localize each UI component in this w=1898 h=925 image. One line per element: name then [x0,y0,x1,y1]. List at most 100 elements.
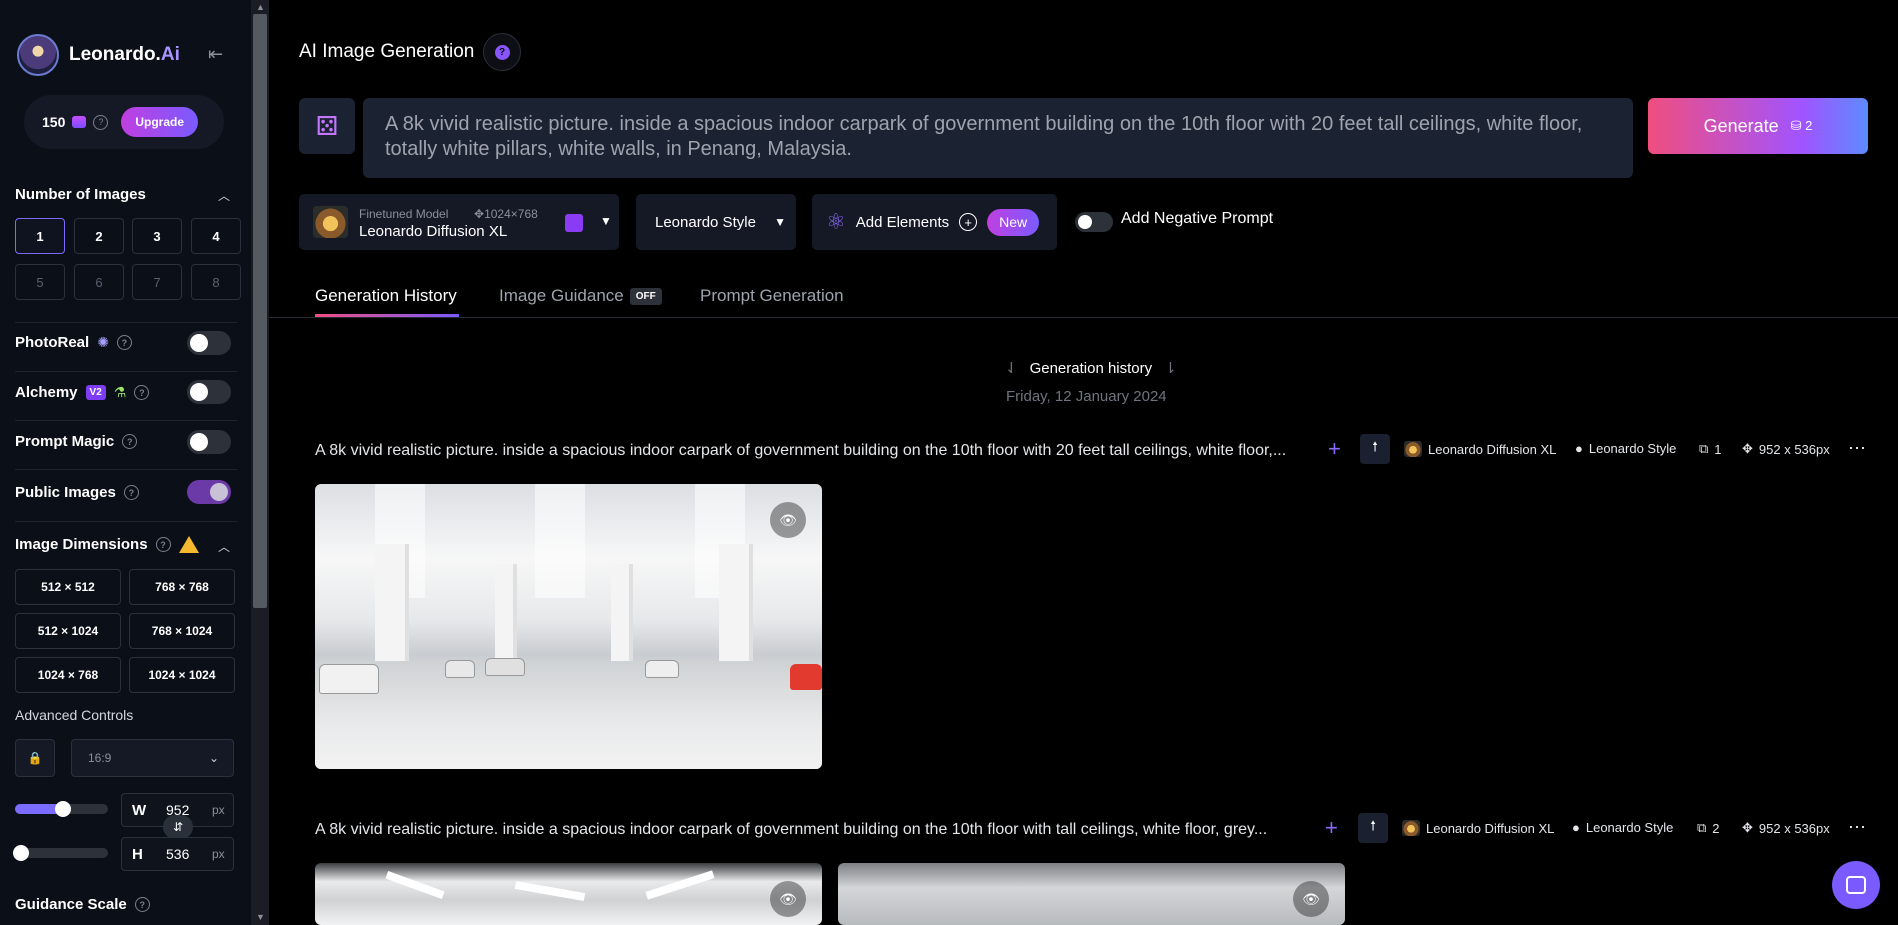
history-sort[interactable]: ⇃ Generation history ⇂ [1005,359,1177,378]
generation-model: Leonardo Diffusion XL [1402,820,1554,836]
scroll-down-icon[interactable]: ▼ [256,912,265,922]
dimension-preset[interactable]: 768 × 1024 [129,613,235,649]
help-icon[interactable]: ? [123,485,139,500]
generation-prompt[interactable]: A 8k vivid realistic picture. inside a s… [315,442,1286,460]
tab-prompt-generation[interactable]: Prompt Generation [700,286,844,306]
active-tab-indicator [315,314,459,317]
token-count: 150 [42,114,66,130]
dice-icon[interactable]: ⚄ [299,98,355,154]
num-images-option-1[interactable]: 1 [15,218,65,254]
upgrade-button[interactable]: Upgrade [121,107,199,137]
eye-icon[interactable]: 👁 [770,502,806,538]
dimension-preset[interactable]: 768 × 768 [129,569,235,605]
image-dimensions-title[interactable]: Image Dimensions ? [15,536,199,553]
logo[interactable]: Leonardo.Ai [17,34,180,76]
num-images-option-5[interactable]: 5 [15,264,65,300]
eye-icon[interactable]: 👁 [770,881,806,917]
width-slider[interactable] [15,801,108,817]
help-icon[interactable]: ? [122,434,138,449]
num-images-option-8[interactable]: 8 [191,264,241,300]
scrollbar-thumb[interactable] [253,14,267,608]
chat-icon[interactable] [1832,861,1880,909]
num-images-option-3[interactable]: 3 [132,218,182,254]
help-icon[interactable]: ? [116,335,132,350]
generate-button[interactable]: Generate ⛁ 2 [1648,98,1868,154]
photoreal-toggle[interactable] [187,331,231,355]
tab-generation-history[interactable]: Generation History [315,286,457,306]
num-images-option-7[interactable]: 7 [132,264,182,300]
generation-model: Leonardo Diffusion XL [1404,441,1556,457]
collapse-sidebar-icon[interactable]: ⇤ [208,44,223,65]
generate-cost: ⛁ 2 [1790,118,1813,133]
num-images-option-4[interactable]: 4 [191,218,241,254]
chevron-up-icon[interactable]: ︿ [218,187,230,204]
eye-icon[interactable]: 👁 [1293,881,1329,917]
prompt-magic-row: Prompt Magic ? [15,433,138,450]
public-images-toggle[interactable] [187,480,231,504]
negative-prompt-label[interactable]: Add Negative Prompt [1121,210,1273,228]
dimension-preset[interactable]: 512 × 1024 [15,613,121,649]
generated-image[interactable]: 👁 [315,863,822,925]
add-elements-button[interactable]: ⚛ Add Elements + New [812,194,1057,250]
lock-aspect-icon[interactable]: 🔒 [15,739,55,777]
images-icon: ⧉ [1699,441,1709,456]
model-thumbnail [1402,820,1420,836]
sidebar-scrollbar[interactable]: ▲ ▼ [251,0,269,925]
help-icon[interactable]: ? [483,33,521,71]
sort-desc-icon: ⇃ [1005,360,1018,377]
photoreal-icon: ✺ [97,334,109,350]
generated-image[interactable]: 👁 [315,484,822,769]
height-slider[interactable] [13,845,108,861]
plus-icon[interactable]: + [1328,436,1341,462]
model-selector[interactable]: Finetuned Model ✥1024×768 Leonardo Diffu… [299,194,619,250]
help-icon[interactable]: ? [93,114,109,130]
guidance-scale-title: Guidance Scale ? [15,896,150,913]
atom-icon: ⚛ [826,209,846,234]
divider [15,420,237,421]
dimension-preset[interactable]: 1024 × 768 [15,657,121,693]
more-options-icon[interactable]: ··· [1848,437,1866,458]
generation-prompt[interactable]: A 8k vivid realistic picture. inside a s… [315,821,1267,839]
token-coin-icon [72,116,87,128]
warning-icon [178,536,199,553]
reuse-prompt-icon[interactable]: 🠕 [1360,434,1390,464]
new-badge: New [987,208,1040,236]
more-options-icon[interactable]: ··· [1848,816,1866,837]
help-icon[interactable]: ? [134,385,150,400]
aspect-ratio-select[interactable]: 16:9 ⌄ [71,739,234,777]
caret-down-icon[interactable]: ▼ [600,214,612,228]
alchemy-toggle[interactable] [187,380,231,404]
style-drop-icon: ● [1575,441,1583,456]
generation-size: ✥ 952 x 536px [1742,441,1830,457]
negative-prompt-toggle[interactable] [1075,212,1113,232]
style-drop-icon: ● [1572,820,1580,835]
model-settings-icon[interactable] [565,214,583,232]
sort-asc-icon: ⇂ [1164,360,1177,377]
reuse-prompt-icon[interactable]: 🠕 [1358,813,1388,843]
model-thumbnail [1404,441,1422,457]
model-dimensions: ✥1024×768 [474,207,538,221]
generation-count: ⧉ 2 [1697,820,1720,836]
page-title: AI Image Generation [299,41,475,62]
tab-image-guidance[interactable]: Image Guidance OFF [499,286,662,306]
help-icon[interactable]: ? [155,537,171,552]
scroll-up-icon[interactable]: ▲ [256,2,265,12]
chevron-up-icon[interactable]: ︿ [218,538,230,555]
token-balance: 150 ? Upgrade [24,95,224,149]
num-images-option-2[interactable]: 2 [74,218,124,254]
divider [15,521,237,522]
generated-image[interactable]: 👁 [838,863,1345,925]
prompt-input[interactable]: A 8k vivid realistic picture. inside a s… [363,98,1633,178]
alchemy-row: Alchemy V2 ⚗ ? [15,384,150,401]
dimension-preset[interactable]: 512 × 512 [15,569,121,605]
photoreal-row: PhotoReal ✺ ? [15,334,132,351]
dimension-preset[interactable]: 1024 × 1024 [129,657,235,693]
help-icon[interactable]: ? [134,897,150,912]
style-selector[interactable]: Leonardo Style ▼ [636,194,796,250]
plus-icon[interactable]: + [1325,815,1338,841]
number-of-images-title[interactable]: Number of Images [15,186,146,203]
num-images-option-6[interactable]: 6 [74,264,124,300]
swap-dimensions-icon[interactable]: ⇵ [163,815,193,839]
prompt-magic-toggle[interactable] [187,430,231,454]
height-field[interactable]: H 536 px [121,837,234,871]
